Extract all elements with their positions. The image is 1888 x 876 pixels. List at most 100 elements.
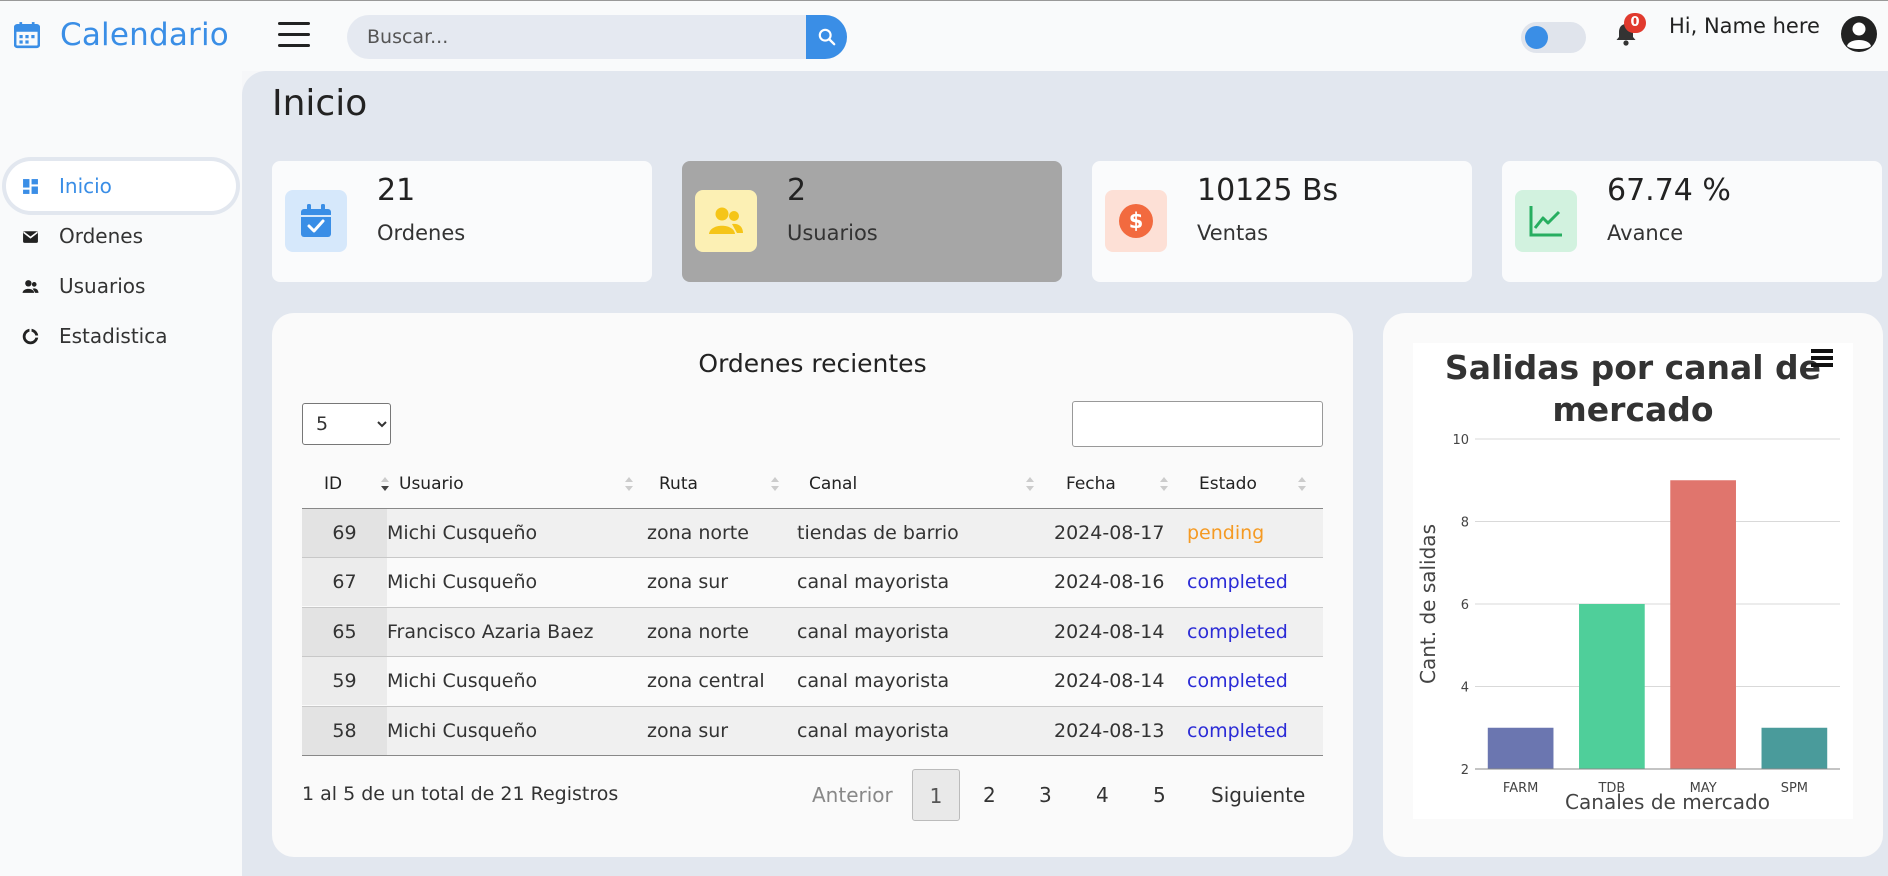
search-icon [818,28,835,46]
status-badge: completed [1187,670,1288,693]
chart-panel: 2 4 6 8 10 FARM TDB MAY SPM Canales de mercado Can… [1383,313,1883,857]
x-axis-label: Canales de mercado [1565,790,1770,814]
y-tick-label: 2 [1461,763,1469,778]
column-header-fecha[interactable]: Fecha [1066,459,1168,509]
cell-canal: canal mayorista [797,571,950,594]
table-row[interactable]: 69 Michi Cusqueño zona norte tiendas de … [302,509,1323,559]
svg-text:$: $ [1129,209,1144,233]
card-icon-box [1515,190,1577,252]
cell-usuario: Michi Cusqueño [387,571,538,594]
cell-usuario: Michi Cusqueño [387,719,538,742]
hamburger-line [278,44,310,47]
page-size-select[interactable]: 5 [302,403,391,445]
table-header: ID Usuario Ruta Canal Fecha Estado [302,459,1323,509]
pagination-next-button[interactable]: Siguiente [1211,769,1305,821]
hamburger-line [278,22,310,25]
cell-ruta: zona sur [647,571,729,594]
pagination-page-4[interactable]: 4 [1096,769,1109,821]
pagination-prev-button[interactable]: Anterior [812,769,893,821]
sort-icon [1026,477,1034,491]
bar [1487,727,1554,769]
column-header-label: Usuario [399,474,464,494]
cell-fecha: 2024-08-14 [1054,620,1165,643]
column-header-ruta[interactable]: Ruta [659,459,779,509]
sidebar-item-inicio[interactable]: Inicio [6,161,236,211]
cell-ruta: zona norte [647,522,749,544]
sort-icon [1298,477,1306,491]
x-tick-label: SPM [1781,781,1808,796]
sidebar-item-label: Ordenes [59,224,144,248]
column-header-label: Fecha [1066,474,1116,494]
column-header-estado[interactable]: Estado [1199,459,1306,509]
sort-icon [625,477,633,491]
user-avatar-icon[interactable] [1840,15,1878,53]
table-row[interactable]: 59 Michi Cusqueño zona central canal may… [302,657,1323,707]
column-header-label: ID [324,474,343,494]
menu-toggle-button[interactable] [278,22,310,50]
line-chart-icon [1529,206,1562,237]
stat-card-usuarios[interactable]: 2 Usuarios [682,161,1062,282]
pagination-page-5[interactable]: 5 [1153,769,1166,821]
column-header-label: Canal [809,474,858,494]
search-input[interactable] [347,15,806,59]
status-badge: completed [1187,719,1288,742]
status-badge: completed [1187,571,1288,594]
table-search-input[interactable] [1072,401,1323,447]
card-value: 21 [377,173,416,208]
sidebar-item-estadistica[interactable]: Estadistica [6,311,236,361]
page-title: Inicio [272,83,368,124]
sidebar-item-ordenes[interactable]: Ordenes [6,211,236,261]
pagination-page-3[interactable]: 3 [1039,769,1052,821]
dashboard-icon [23,178,38,194]
card-value: 10125 Bs [1197,173,1339,208]
cell-fecha: 2024-08-17 [1054,522,1165,544]
table-row[interactable]: 58 Michi Cusqueño zona sur canal mayoris… [302,706,1323,756]
cell-ruta: zona norte [647,620,749,643]
chart-menu-line [1811,363,1833,367]
theme-toggle[interactable] [1521,22,1586,53]
sort-icon [1160,477,1168,491]
pagination-page-1[interactable]: 1 [912,769,960,821]
column-header-id[interactable]: ID [324,459,389,509]
cell-canal: canal mayorista [797,670,950,693]
user-greeting: Hi, Name here [1669,14,1820,38]
cell-id: 69 [302,509,387,557]
table-row[interactable]: 67 Michi Cusqueño zona sur canal mayoris… [302,558,1323,608]
notification-count-badge: 0 [1624,13,1646,33]
toggle-knob [1525,26,1548,49]
cell-canal: canal mayorista [797,620,950,643]
recent-orders-panel: Ordenes recientes 5 ID Usuario Ruta Cana… [272,313,1353,857]
card-value: 67.74 % [1607,173,1731,208]
envelope-icon [23,230,38,243]
cell-fecha: 2024-08-14 [1054,670,1165,693]
search-bar [347,15,847,59]
cell-id: 59 [302,657,387,706]
pagination-page-2[interactable]: 2 [983,769,996,821]
brand[interactable]: Calendario [14,17,229,53]
main-content: Inicio 21 Ordenes 2 Usuarios $ 10125 Bs … [242,71,1888,876]
sidebar-item-usuarios[interactable]: Usuarios [6,261,236,311]
search-button[interactable] [806,15,847,59]
chart-menu-button[interactable] [1811,349,1833,369]
table-row[interactable]: 65 Francisco Azaria Baez zona norte cana… [302,607,1323,658]
card-icon-box [695,190,757,252]
y-tick-label: 4 [1461,681,1469,696]
app-title: Calendario [60,17,229,53]
cell-id: 65 [302,607,387,656]
status-badge: completed [1187,620,1288,643]
chart-menu-line [1811,349,1833,353]
users-icon [22,279,39,293]
column-header-canal[interactable]: Canal [809,459,1034,509]
column-header-label: Estado [1199,474,1257,494]
calendar-check-icon [301,204,331,237]
stat-card-avance[interactable]: 67.74 % Avance [1502,161,1882,282]
notifications-button[interactable]: 0 [1614,13,1646,47]
y-tick-label: 10 [1452,433,1469,448]
stat-card-ordenes[interactable]: 21 Ordenes [272,161,652,282]
column-header-usuario[interactable]: Usuario [399,459,633,509]
bar [1670,480,1736,769]
chart-title: Salidas por canal de mercado [1444,348,1822,429]
users-icon [709,207,743,234]
stat-card-ventas[interactable]: $ 10125 Bs Ventas [1092,161,1472,282]
table-info: 1 al 5 de un total de 21 Registros [302,783,619,805]
